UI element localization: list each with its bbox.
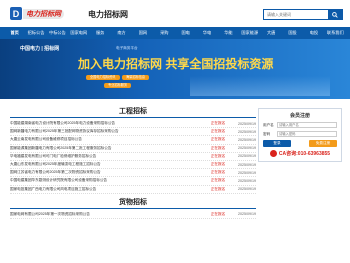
listing-status: 正在报名 [210,145,226,150]
banner-subtitle: 电子商务平台 [116,46,138,50]
banner-city-graphic [190,76,330,96]
nav-item[interactable]: 南方 [111,30,132,36]
listing-title: 大唐云南发电有限公司设备维修项目招标公告 [10,137,82,142]
listing-status: 正在报名 [210,211,226,216]
listing-date: 2025/09/19 [238,187,256,192]
listing-status: 正在报名 [210,186,226,191]
listing-status: 正在报名 [210,162,226,167]
site-logo[interactable]: D 电力招标网 [10,7,68,20]
listing-row[interactable]: 国网江苏省电力有限公司2025年第二次物资招标采购公告 正在报名 2025/09/1… [10,169,256,178]
listing-date: 2025/09/19 [238,162,256,167]
nav-item[interactable]: 中标公告 [47,30,68,36]
section-title-project: 工程招标 [119,108,147,115]
listing-title: 中国电建集团华东勘测设计研究院有限公司设备采购招标公告 [10,178,108,183]
nav-item[interactable]: 国网 [132,30,153,36]
banner-pill: 海量招标信息 [122,75,150,80]
search-box [263,9,343,20]
search-button[interactable] [328,10,342,19]
search-icon [332,11,338,18]
nav-item[interactable]: 采购 [154,30,175,36]
listing-column: 工程招标 中国能建湖南省电力设计院有限公司2025年电力设备采购招标公告 正在报名… [10,103,256,219]
logo-mark: D [10,7,22,20]
listing-date: 2025/09/19 [238,121,256,126]
listing-status: 正在报名 [210,121,226,126]
listing-row[interactable]: 国家电投集团广西电力有限公司风电项目施工招标公告 正在报名 2025/09/19 [10,186,256,194]
nav-item[interactable]: 国投 [282,30,303,36]
listing-title: 国家电网有限公司2025年第一次物资招标采购公告 [10,211,90,216]
nav-item[interactable]: 华能 [218,30,239,36]
hotline-number: CA咨询:010-63963855 [278,151,331,157]
sidebar: 会员注册 用户名 密码 登录 免费注册 CA咨询:010-63963855 [258,103,342,219]
listing-row[interactable]: 国家电网有限公司2025年第一次物资招标采购公告 正在报名 2025/09/19 [10,211,256,219]
listing-title: 中国能建湖南省电力设计院有限公司2025年电力设备采购招标公告 [10,121,116,126]
section-divider [10,207,256,209]
listing-date: 2025/09/19 [238,154,256,159]
login-title: 会员注册 [289,113,310,119]
listing-title: 国网江苏省电力有限公司2025年第二次物资招标采购公告 [10,170,101,175]
section-divider [10,117,256,118]
listing-status: 正在报名 [210,178,226,183]
nav-item-home[interactable]: 首页 [4,30,25,36]
username-row: 用户名 [263,122,337,128]
login-panel: 会员注册 用户名 密码 登录 免费注册 CA咨询:010-63963855 [258,108,342,162]
nav-item[interactable]: 国家能源 [239,30,260,36]
header: D 电力招标网 电力招标网 [0,0,350,27]
phone-icon [269,150,277,157]
banner-tag: 中国电力 | 招标网 [20,46,60,52]
hero-banner[interactable]: 中国电力 | 招标网 电子商务平台 加入电力招标网 共享全国招投标资源 全国电力… [0,39,350,99]
hotline: CA咨询:010-63963855 [263,150,337,157]
listing-row[interactable]: 国网新疆电力有限公司2025年第三批配网物资协议库存招标采购公告 正在报名 2025… [10,128,256,137]
listing-row[interactable]: 中国电建集团华东勘测设计研究院有限公司设备采购招标公告 正在报名 2025/09/1… [10,177,256,186]
logo-text: 电力招标网 [23,8,64,19]
nav-item[interactable]: 服务 [90,30,111,36]
password-label: 密码 [263,131,271,136]
password-field[interactable] [277,131,337,137]
listing-date: 2025/09/19 [238,212,256,217]
listing-date: 2025/09/19 [238,178,256,183]
project-list: 中国能建湖南省电力设计院有限公司2025年电力设备采购招标公告 正在报名 2025/… [10,120,256,194]
main-nav: 首页 招标公告 中标公告 国家电网 服务 南方 国网 采购 国电 华电 华能 国… [0,27,350,39]
login-buttons: 登录 免费注册 [263,140,337,147]
listing-date: 2025/09/19 [238,170,256,175]
username-label: 用户名 [263,122,274,127]
listing-row[interactable]: 大唐山东发电有限公司2025年度输变电工程施工招标公告 正在报名 2025/09/1… [10,161,256,170]
banner-pill: 全国电力招标资讯 [86,75,120,80]
listing-row[interactable]: 国家能源集团新疆电力有限公司2025年第二批工程服务招标公告 正在报名 2025/0… [10,145,256,153]
listing-title: 华电福建发电有限公司可门电厂检修维护服务招标公告 [10,153,97,158]
listing-status: 正在报名 [210,153,226,158]
main-content: 工程招标 中国能建湖南省电力设计院有限公司2025年电力设备采购招标公告 正在报名… [0,99,350,219]
nav-item[interactable]: 大唐 [261,30,282,36]
login-button[interactable]: 登录 [263,140,291,147]
username-field[interactable] [277,122,337,128]
search-input[interactable] [264,10,328,19]
nav-item[interactable]: 国电 [175,30,196,36]
banner-headline: 加入电力招标网 共享全国招投标资源 [78,57,274,71]
register-button[interactable]: 免费注册 [309,140,337,147]
section-title-goods: 货物招标 [119,198,147,206]
listing-date: 2025/09/19 [238,137,256,142]
site-title: 电力招标网 [88,10,128,19]
goods-list: 国家电网有限公司2025年第一次物资招标采购公告 正在报名 2025/09/19 [10,211,256,219]
listing-title: 国网新疆电力有限公司2025年第三批配网物资协议库存招标采购公告 [10,129,119,134]
nav-item[interactable]: 电投 [303,30,324,36]
listing-date: 2025/09/19 [238,146,256,151]
listing-row[interactable]: 中国能建湖南省电力设计院有限公司2025年电力设备采购招标公告 正在报名 2025/… [10,120,256,129]
listing-title: 大唐山东发电有限公司2025年度输变电工程施工招标公告 [10,162,101,167]
listing-date: 2025/09/19 [238,129,256,134]
listing-status: 正在报名 [210,129,226,134]
banner-pill: 专业招标服务 [104,83,132,88]
listing-title: 国家能源集团新疆电力有限公司2025年第二批工程服务招标公告 [10,145,112,150]
nav-item[interactable]: 国家电网 [68,30,89,36]
nav-item[interactable]: 华电 [196,30,217,36]
password-row: 密码 [263,131,337,137]
nav-item[interactable]: 联系我们 [325,30,346,36]
nav-item[interactable]: 招标公告 [25,30,46,36]
listing-status: 正在报名 [210,137,226,142]
listing-title: 国家电投集团广西电力有限公司风电项目施工招标公告 [10,186,97,191]
listing-row[interactable]: 华电福建发电有限公司可门电厂检修维护服务招标公告 正在报名 2025/09/19 [10,153,256,161]
listing-status: 正在报名 [210,170,226,175]
listing-row[interactable]: 大唐云南发电有限公司设备维修项目招标公告 正在报名 2025/09/19 [10,136,256,145]
